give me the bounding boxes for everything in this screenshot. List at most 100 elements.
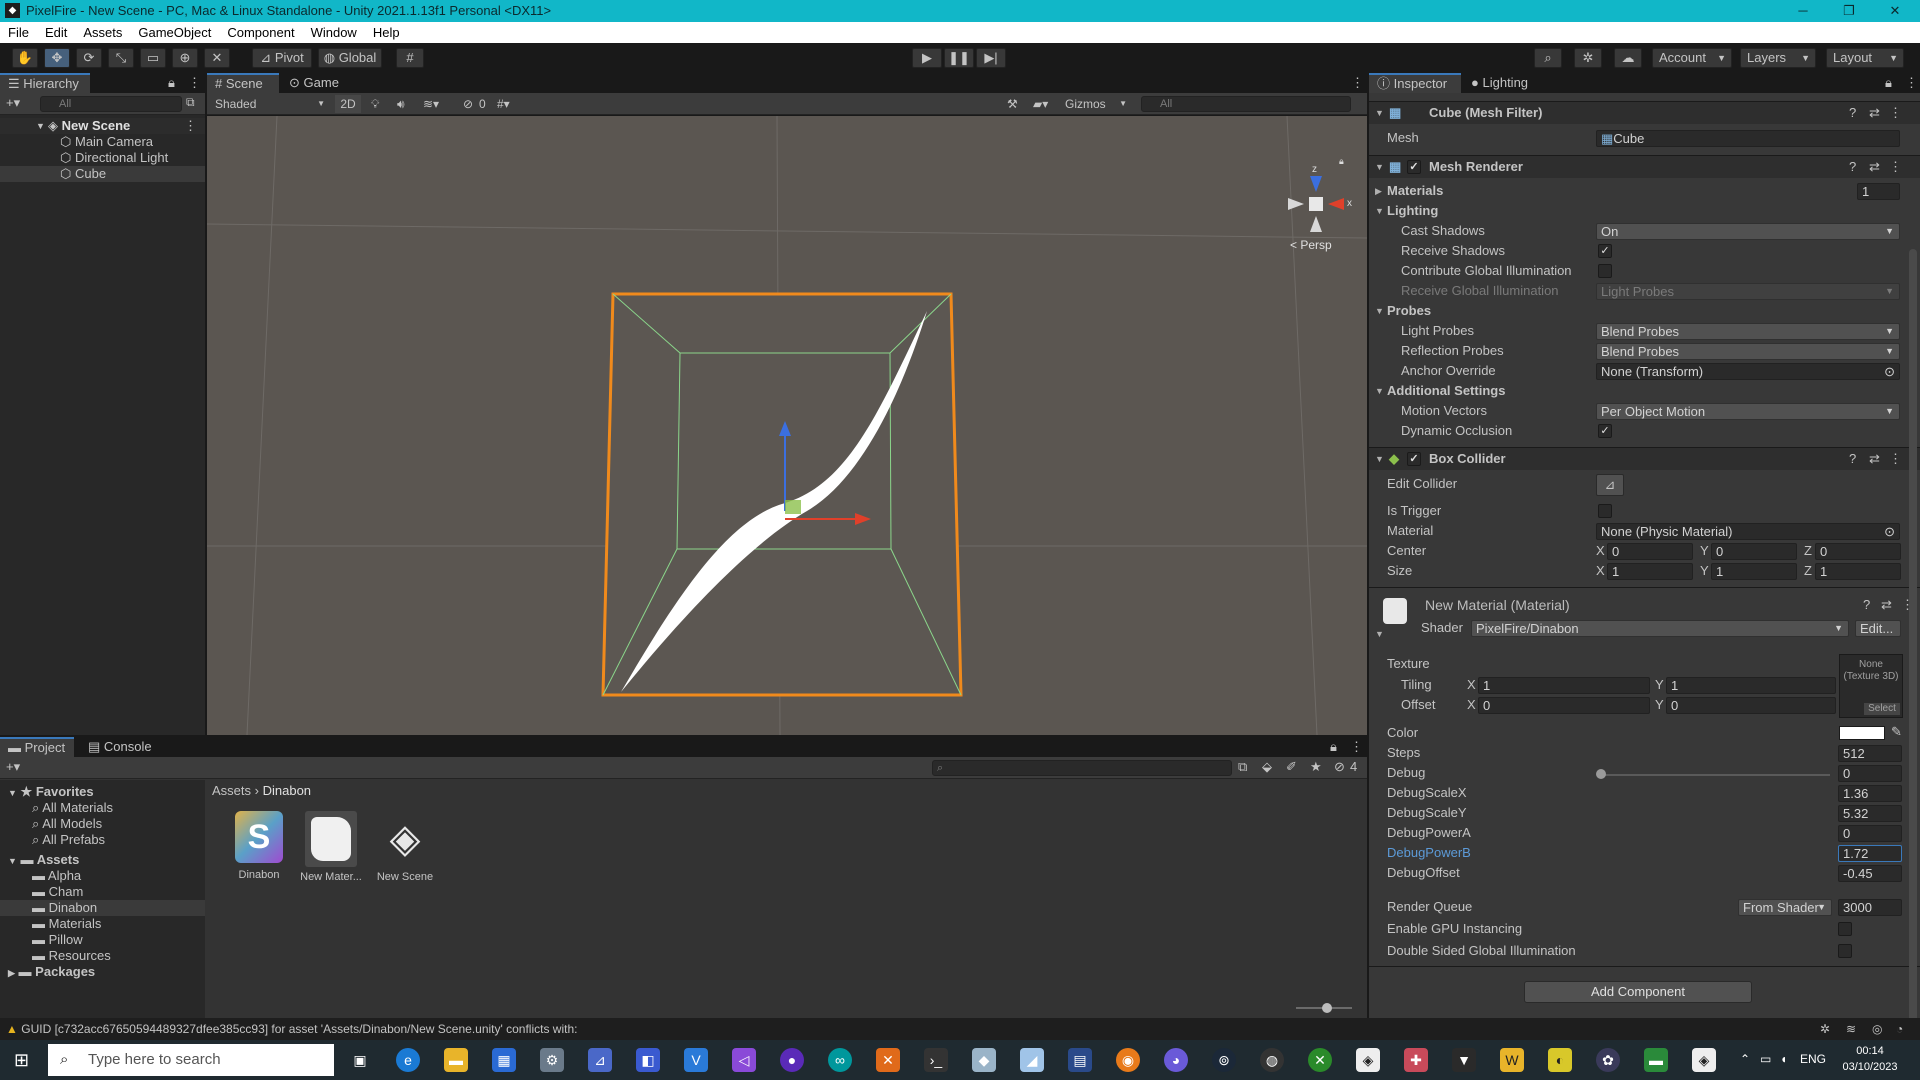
menu-edit[interactable]: Edit [37, 22, 75, 43]
hierarchy-search-input[interactable]: All [40, 96, 182, 112]
persp-label[interactable]: < Persp [1290, 238, 1332, 252]
tiling-x-field[interactable]: 1 [1478, 677, 1650, 694]
clock[interactable]: 00:14 03/10/2023 [1832, 1043, 1908, 1075]
contribute-gi-checkbox[interactable] [1598, 264, 1612, 278]
offset-x-field[interactable]: 0 [1478, 697, 1650, 714]
cloud-icon[interactable]: ☁ [1614, 48, 1642, 68]
app-icon[interactable]: ◐ [1548, 1048, 1572, 1072]
github-icon[interactable]: ● [780, 1048, 804, 1072]
visual-studio-icon[interactable]: ◁ [732, 1048, 756, 1072]
shader-edit-button[interactable]: Edit... [1855, 620, 1901, 637]
camera-icon[interactable]: ▰▾ [1033, 93, 1048, 115]
file-explorer-icon[interactable]: ▬ [444, 1048, 468, 1072]
favorite-item[interactable]: ⌕ All Models [0, 816, 102, 832]
debug-power-a-field[interactable]: 0 [1838, 825, 1902, 842]
steps-field[interactable]: 512 [1838, 745, 1902, 762]
app-icon[interactable]: ▬ [1644, 1048, 1668, 1072]
layout-dropdown[interactable]: Layout ▼ [1826, 48, 1904, 68]
box-collider-header[interactable]: ▼ ◆ ✓ Box Collider ? ⇄ ⋮ [1369, 447, 1920, 470]
tab-lighting[interactable]: ● Lighting [1463, 73, 1549, 93]
folder-item-dinabon[interactable]: ▬ Dinabon [0, 900, 205, 916]
hierarchy-item-directional-light[interactable]: ⬡ Directional Light [0, 150, 205, 166]
grid-toggle-icon[interactable]: #▾ [497, 93, 510, 115]
edge-icon[interactable]: e [396, 1048, 420, 1072]
help-icon[interactable]: ? [1849, 156, 1856, 178]
debug-scale-x-field[interactable]: 1.36 [1838, 785, 1902, 802]
cast-shadows-dropdown[interactable]: On ▼ [1596, 223, 1900, 240]
size-z-field[interactable]: 1 [1815, 563, 1901, 580]
asset-item-shader[interactable]: S Dinabon [224, 811, 294, 901]
steam-icon[interactable]: ⊚ [1212, 1048, 1236, 1072]
app-icon[interactable]: ⚙ [540, 1048, 564, 1072]
render-queue-dropdown[interactable]: From Shader ▼ [1738, 899, 1832, 916]
reflection-probes-dropdown[interactable]: Blend Probes ▼ [1596, 343, 1900, 360]
app-icon[interactable]: ✿ [1596, 1048, 1620, 1072]
kebab-menu-icon[interactable]: ⋮ [1905, 73, 1918, 93]
search-icon[interactable]: ⌕ [1534, 48, 1562, 68]
task-view-icon[interactable]: ▣ [348, 1048, 372, 1072]
eyedropper-icon[interactable]: ✎ [1891, 724, 1902, 740]
help-icon[interactable]: ? [1849, 102, 1856, 124]
notification-icon[interactable]: ◔ [1896, 1018, 1903, 1040]
menu-gameobject[interactable]: GameObject [130, 22, 219, 43]
terminal-icon[interactable]: ›_ [924, 1048, 948, 1072]
tray-chevron-icon[interactable]: ⌃ [1740, 1052, 1750, 1066]
help-icon[interactable]: ? [1863, 597, 1870, 612]
tiling-y-field[interactable]: 1 [1666, 677, 1836, 694]
app-icon[interactable]: ◧ [636, 1048, 660, 1072]
custom-tool-icon[interactable]: ✕ [204, 48, 230, 68]
unity-editor-icon[interactable]: ◈ [1692, 1048, 1716, 1072]
kebab-menu-icon[interactable]: ⋮ [184, 118, 197, 134]
lighting-toggle-icon[interactable]: 💡︎ [371, 93, 379, 115]
folder-item-cham[interactable]: ▬ Cham [0, 884, 83, 900]
network-icon[interactable]: ▭ [1760, 1052, 1771, 1066]
anchor-override-field[interactable]: None (Transform) ⊙ [1596, 363, 1900, 380]
pause-button-icon[interactable]: ❚❚ [944, 48, 974, 68]
collider-material-field[interactable]: None (Physic Material) ⊙ [1596, 523, 1900, 540]
kebab-menu-icon[interactable]: ⋮ [1889, 156, 1902, 178]
favorite-item[interactable]: ⌕ All Materials [0, 800, 113, 816]
scene-root-row[interactable]: ▼ ◈ New Scene ⋮ [0, 118, 205, 134]
scale-tool-icon[interactable]: ⤡ [108, 48, 134, 68]
favorites-row[interactable]: ▼ ★ Favorites [0, 784, 94, 800]
breadcrumb-dinabon[interactable]: Dinabon [263, 783, 311, 798]
tab-hierarchy[interactable]: ☰ Hierarchy [0, 73, 90, 93]
lighting-section-label[interactable]: Lighting [1387, 202, 1438, 220]
add-icon[interactable]: +▾ [6, 759, 20, 775]
app-icon[interactable]: ▤ [1068, 1048, 1092, 1072]
expand-triangle-icon[interactable]: ▼ [1375, 386, 1384, 396]
preset-icon[interactable]: ⇄ [1869, 448, 1880, 470]
maximize-button[interactable]: ❐ [1826, 0, 1872, 22]
assets-row[interactable]: ▼ ▬ Assets [0, 852, 79, 868]
search-filter-icon[interactable]: ⧉ [186, 95, 195, 110]
2d-toggle[interactable]: 2D [335, 95, 361, 113]
double-sided-gi-checkbox[interactable] [1838, 944, 1852, 958]
taskbar-search-input[interactable]: ⌕ Type here to search [48, 1044, 334, 1076]
move-tool-icon[interactable]: ✥ [44, 48, 70, 68]
debug-scale-y-field[interactable]: 5.32 [1838, 805, 1902, 822]
dynamic-occlusion-checkbox[interactable]: ✓ [1598, 424, 1612, 438]
expand-triangle-icon[interactable]: ▼ [1375, 629, 1384, 639]
windows-start-icon[interactable]: ⊞ [14, 1050, 29, 1071]
asset-item-material[interactable]: New Mater... [296, 811, 366, 901]
app-icon[interactable]: W [1500, 1048, 1524, 1072]
vs-code-icon[interactable]: V [684, 1048, 708, 1072]
tab-scene[interactable]: # Scene [207, 73, 279, 93]
add-icon[interactable]: +▾ [6, 95, 20, 111]
hierarchy-item-cube[interactable]: ⬡ Cube [0, 166, 205, 182]
pivot-toggle[interactable]: ⊿ Pivot [252, 48, 312, 68]
hidden-objects-icon[interactable]: ⊘ [463, 93, 473, 115]
packages-row[interactable]: ▶ ▬ Packages [0, 964, 95, 980]
app-icon[interactable]: ✕ [876, 1048, 900, 1072]
volume-icon[interactable]: ◖ [1780, 1052, 1787, 1066]
icon-size-slider-thumb[interactable] [1322, 1003, 1332, 1013]
xbox-icon[interactable]: ✕ [1308, 1048, 1332, 1072]
collapse-triangle-icon[interactable]: ▶ [1375, 186, 1382, 197]
kebab-menu-icon[interactable]: ⋮ [1351, 73, 1364, 93]
scene-search-input[interactable]: All [1141, 96, 1351, 112]
asset-item-scene[interactable]: ◈ New Scene [370, 811, 440, 901]
minimize-button[interactable]: ─ [1780, 0, 1826, 22]
menu-component[interactable]: Component [219, 22, 302, 43]
kebab-menu-icon[interactable]: ⋮ [1889, 448, 1902, 470]
tab-project[interactable]: ▬ Project [0, 737, 74, 757]
